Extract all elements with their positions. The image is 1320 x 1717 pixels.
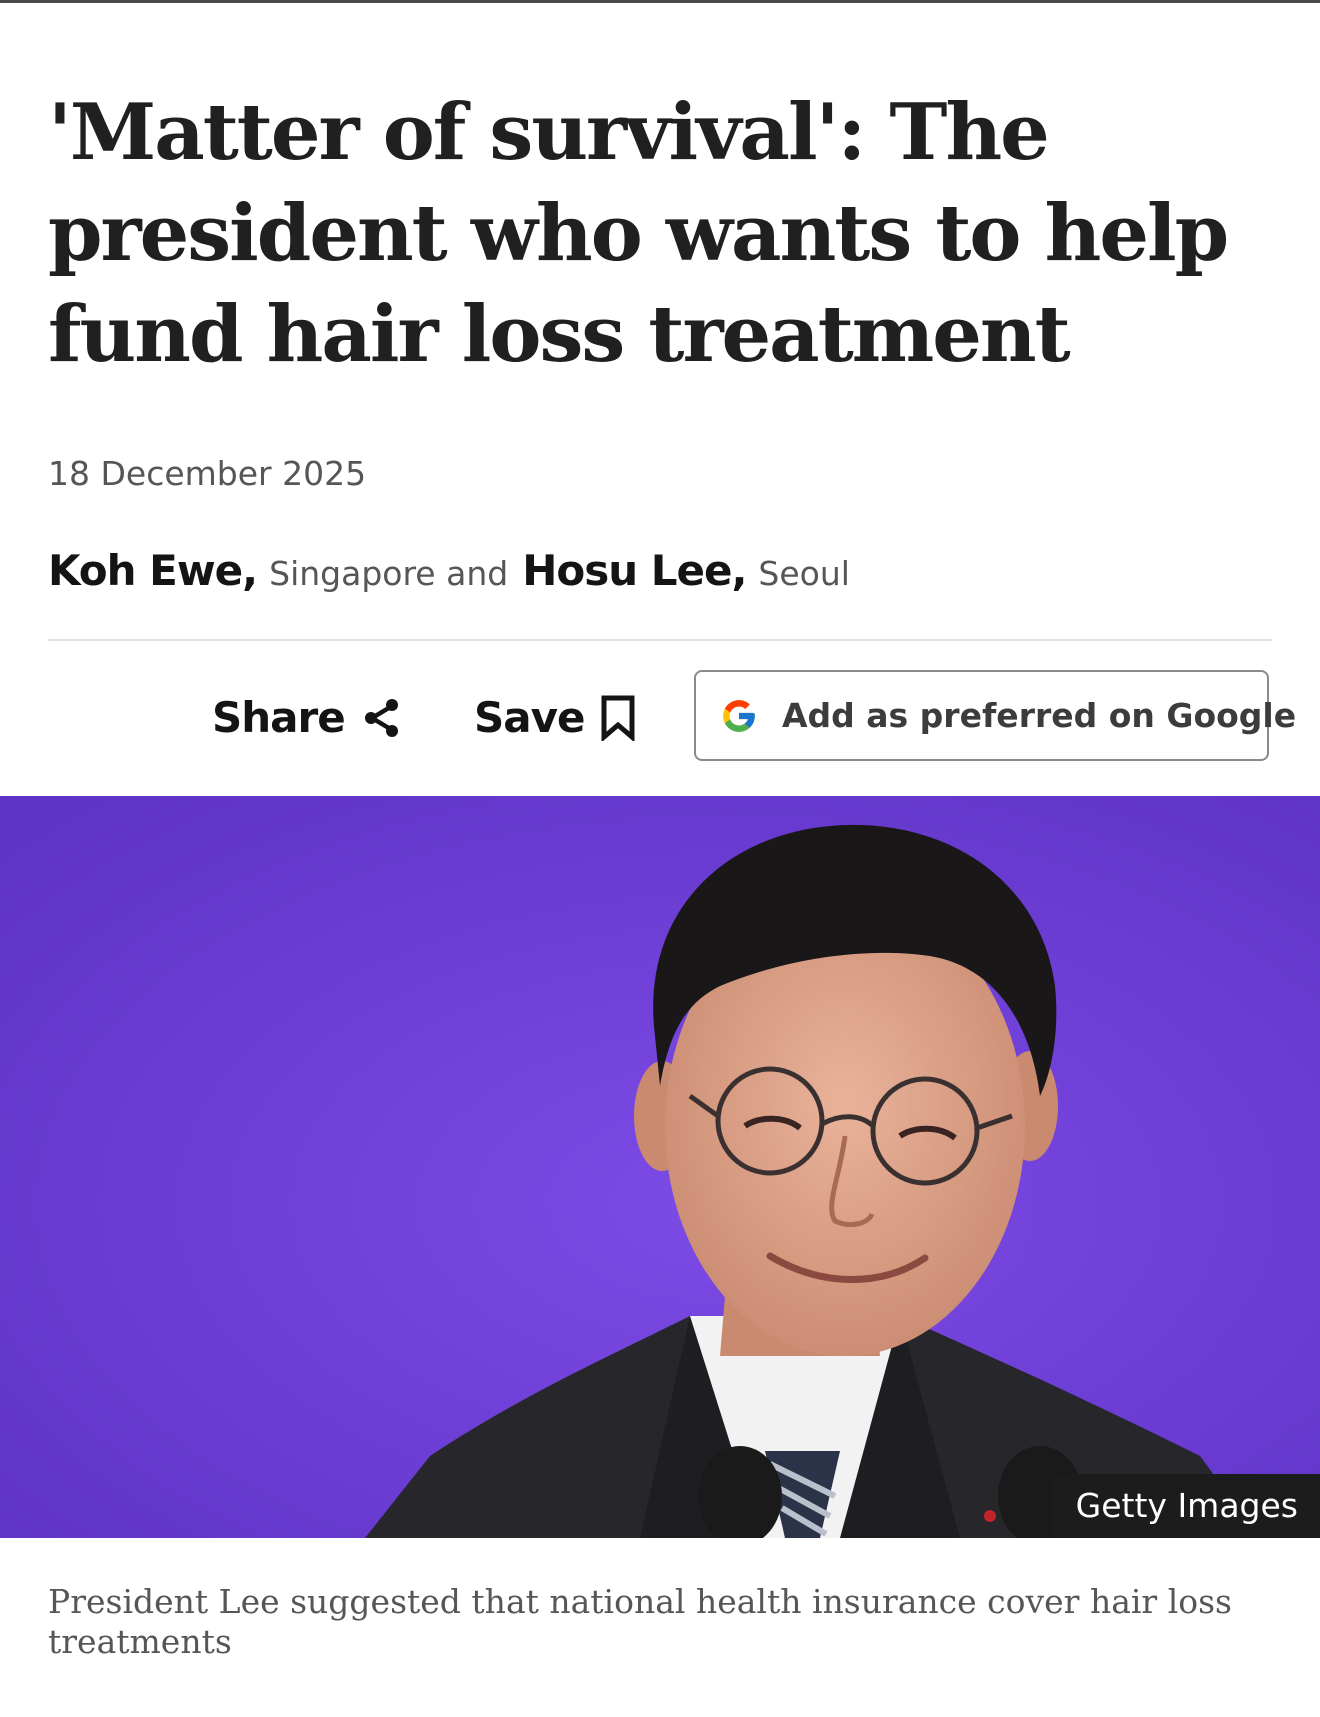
author-name[interactable]: Hosu Lee,: [522, 546, 747, 595]
author-location: Seoul: [758, 554, 850, 593]
article-toolbar: Share Save Add as preferred on Google: [0, 670, 1320, 765]
byline: Koh Ewe, Singapore and Hosu Lee, Seoul: [48, 546, 864, 595]
author-location: Singapore and: [269, 554, 509, 593]
google-button-label: Add as preferred on Google: [782, 696, 1297, 735]
save-button[interactable]: Save: [474, 670, 636, 765]
top-rule: [0, 0, 1320, 3]
share-label: Share: [212, 693, 346, 742]
image-credit: Getty Images: [1053, 1474, 1320, 1538]
article-photo: Getty Images: [0, 796, 1320, 1538]
bookmark-icon: [600, 695, 636, 741]
save-label: Save: [474, 693, 585, 742]
share-button[interactable]: Share: [212, 670, 403, 765]
article-headline: 'Matter of survival': The president who …: [48, 87, 1229, 380]
divider: [48, 639, 1272, 641]
author-name[interactable]: Koh Ewe,: [48, 546, 258, 595]
president-portrait-image: [0, 796, 1320, 1538]
add-preferred-google-button[interactable]: Add as preferred on Google: [694, 670, 1296, 761]
image-caption: President Lee suggested that national he…: [48, 1582, 1232, 1661]
publish-date: 18 December 2025: [48, 454, 367, 493]
google-icon: [720, 697, 758, 735]
share-icon: [361, 697, 403, 739]
